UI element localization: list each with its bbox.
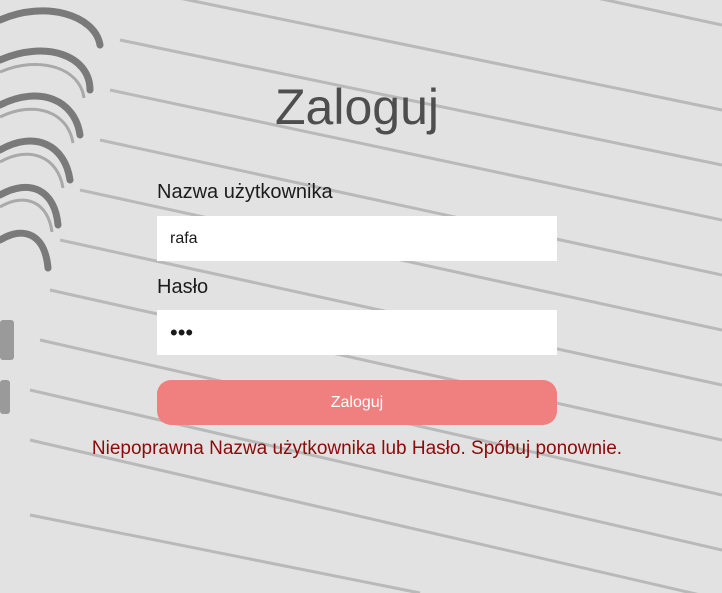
password-masked-value: •••: [170, 320, 194, 345]
login-button[interactable]: Zaloguj: [157, 380, 557, 425]
password-label: Hasło: [157, 276, 209, 298]
username-label: Nazwa użytkownika: [157, 181, 333, 203]
error-message: Niepoprawna Nazwa użytkownika lub Hasło.…: [91, 438, 623, 459]
password-input[interactable]: •••: [157, 310, 557, 355]
username-input[interactable]: [157, 216, 557, 261]
page-title: Zaloguj: [275, 79, 439, 135]
